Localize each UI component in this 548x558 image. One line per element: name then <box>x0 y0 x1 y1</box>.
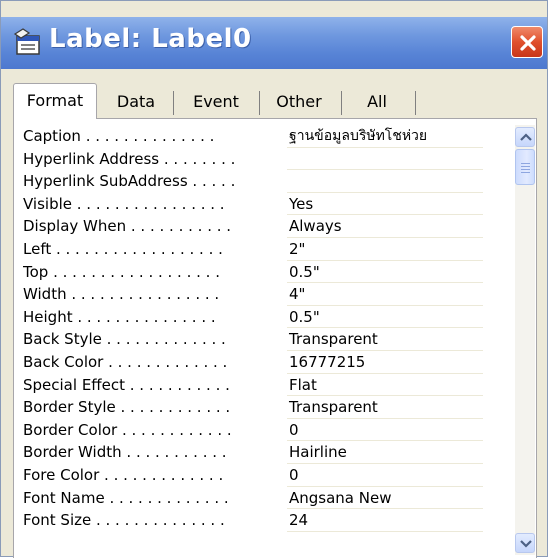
property-row-visible[interactable]: Visible . . . . . . . . . . . . . . . . … <box>23 193 483 216</box>
close-icon <box>520 35 536 51</box>
scroll-down-arrow-icon <box>520 540 532 548</box>
scroll-down-button[interactable] <box>515 533 535 553</box>
properties-sheet-icon <box>13 28 43 56</box>
property-row-special-effect[interactable]: Special Effect . . . . . . . . . . . Fla… <box>23 374 483 397</box>
scroll-thumb[interactable] <box>515 149 535 185</box>
property-name: Width . . . . . . . . . . . . . . . . <box>23 285 220 304</box>
property-name: Caption . . . . . . . . . . . . . . <box>23 127 215 145</box>
property-row-border-width[interactable]: Border Width . . . . . . . . . . . Hairl… <box>23 441 483 464</box>
thumb-grip <box>521 169 530 170</box>
property-name: Border Color . . . . . . . . . . . . <box>23 420 232 439</box>
property-name: Display When . . . . . . . . . . . <box>23 217 232 236</box>
property-value[interactable]: Yes <box>287 193 483 216</box>
property-value[interactable]: Always <box>287 215 483 238</box>
property-row-hyperlink-address[interactable]: Hyperlink Address . . . . . . . . <box>23 148 483 171</box>
property-value[interactable]: 2" <box>287 238 483 261</box>
property-row-back-color[interactable]: Back Color . . . . . . . . . . . . . 167… <box>23 351 483 374</box>
property-value[interactable]: 0 <box>287 464 483 487</box>
property-row-width[interactable]: Width . . . . . . . . . . . . . . . . 4" <box>23 283 483 306</box>
thumb-grip <box>521 166 530 167</box>
tab-separator <box>415 91 416 115</box>
tab-separator <box>259 91 260 115</box>
property-name: Hyperlink SubAddress . . . . . <box>23 172 236 191</box>
scroll-up-button[interactable] <box>515 127 535 147</box>
property-row-top[interactable]: Top . . . . . . . . . . . . . . . . . . … <box>23 261 483 284</box>
property-value[interactable]: ฐานข้อมูลบริษัทโชห่วย <box>287 125 483 148</box>
property-row-left[interactable]: Left . . . . . . . . . . . . . . . . . .… <box>23 238 483 261</box>
vertical-scrollbar[interactable] <box>515 125 535 555</box>
property-row-font-name[interactable]: Font Name . . . . . . . . . . . . . Angs… <box>23 487 483 510</box>
property-name: Special Effect . . . . . . . . . . . <box>23 375 230 394</box>
property-value[interactable]: Hairline <box>287 441 483 464</box>
thumb-grip <box>521 172 530 173</box>
property-value[interactable]: Flat <box>287 374 483 397</box>
property-value[interactable]: 0.5" <box>287 306 483 329</box>
property-row-border-style[interactable]: Border Style . . . . . . . . . . . . Tra… <box>23 396 483 419</box>
property-value[interactable]: 0.5" <box>287 261 483 284</box>
property-grid: Caption . . . . . . . . . . . . . . ฐานข… <box>23 125 483 532</box>
property-name: Visible . . . . . . . . . . . . . . . . <box>23 194 225 213</box>
title-bar[interactable]: Label: Label0 <box>1 17 547 69</box>
property-value[interactable]: 16777215 <box>287 351 483 374</box>
property-name: Left . . . . . . . . . . . . . . . . . . <box>23 239 223 258</box>
tab-other[interactable]: Other <box>261 87 337 117</box>
property-value[interactable]: Transparent <box>287 396 483 419</box>
property-row-border-color[interactable]: Border Color . . . . . . . . . . . . 0 <box>23 419 483 442</box>
tab-format[interactable]: Format <box>13 83 97 119</box>
property-name: Height . . . . . . . . . . . . . . . <box>23 307 216 326</box>
scroll-up-arrow-icon <box>520 133 532 141</box>
property-row-height[interactable]: Height . . . . . . . . . . . . . . . 0.5… <box>23 306 483 329</box>
property-value[interactable]: Angsana New <box>287 487 483 510</box>
property-name: Font Size . . . . . . . . . . . . . . <box>23 511 225 530</box>
property-name: Border Style . . . . . . . . . . . . <box>23 398 231 417</box>
property-name: Font Name . . . . . . . . . . . . . <box>23 488 229 507</box>
thumb-grip <box>521 163 530 164</box>
property-value[interactable]: 0 <box>287 419 483 442</box>
property-name: Border Width . . . . . . . . . . . <box>23 443 227 462</box>
property-value[interactable]: 4" <box>287 283 483 306</box>
tab-all[interactable]: All <box>345 87 409 117</box>
property-value[interactable]: 24 <box>287 509 483 532</box>
property-row-back-style[interactable]: Back Style . . . . . . . . . . . . . Tra… <box>23 328 483 351</box>
tab-separator <box>173 91 174 115</box>
property-row-caption[interactable]: Caption . . . . . . . . . . . . . . ฐานข… <box>23 125 483 148</box>
property-name: Fore Color . . . . . . . . . . . . . <box>23 465 224 484</box>
property-row-fore-color[interactable]: Fore Color . . . . . . . . . . . . . 0 <box>23 464 483 487</box>
close-button[interactable] <box>511 26 543 58</box>
property-value[interactable] <box>287 148 483 171</box>
property-value[interactable]: Transparent <box>287 328 483 351</box>
property-name: Back Color . . . . . . . . . . . . . <box>23 352 228 371</box>
property-row-hyperlink-subaddress[interactable]: Hyperlink SubAddress . . . . . <box>23 170 483 193</box>
property-value[interactable] <box>287 170 483 193</box>
property-name: Top . . . . . . . . . . . . . . . . . . <box>23 262 220 281</box>
window-title: Label: Label0 <box>49 24 252 54</box>
property-row-display-when[interactable]: Display When . . . . . . . . . . . Alway… <box>23 215 483 238</box>
tab-strip: Format Data Event Other All <box>13 83 537 119</box>
property-row-font-size[interactable]: Font Size . . . . . . . . . . . . . . 24 <box>23 509 483 532</box>
property-sheet-window: Label: Label0 Format Data Event Other Al… <box>0 0 548 558</box>
tab-data[interactable]: Data <box>101 87 171 117</box>
tab-separator <box>341 91 342 115</box>
property-name: Back Style . . . . . . . . . . . . . <box>23 330 226 349</box>
property-name: Hyperlink Address . . . . . . . . <box>23 149 236 168</box>
tab-event[interactable]: Event <box>175 87 257 117</box>
